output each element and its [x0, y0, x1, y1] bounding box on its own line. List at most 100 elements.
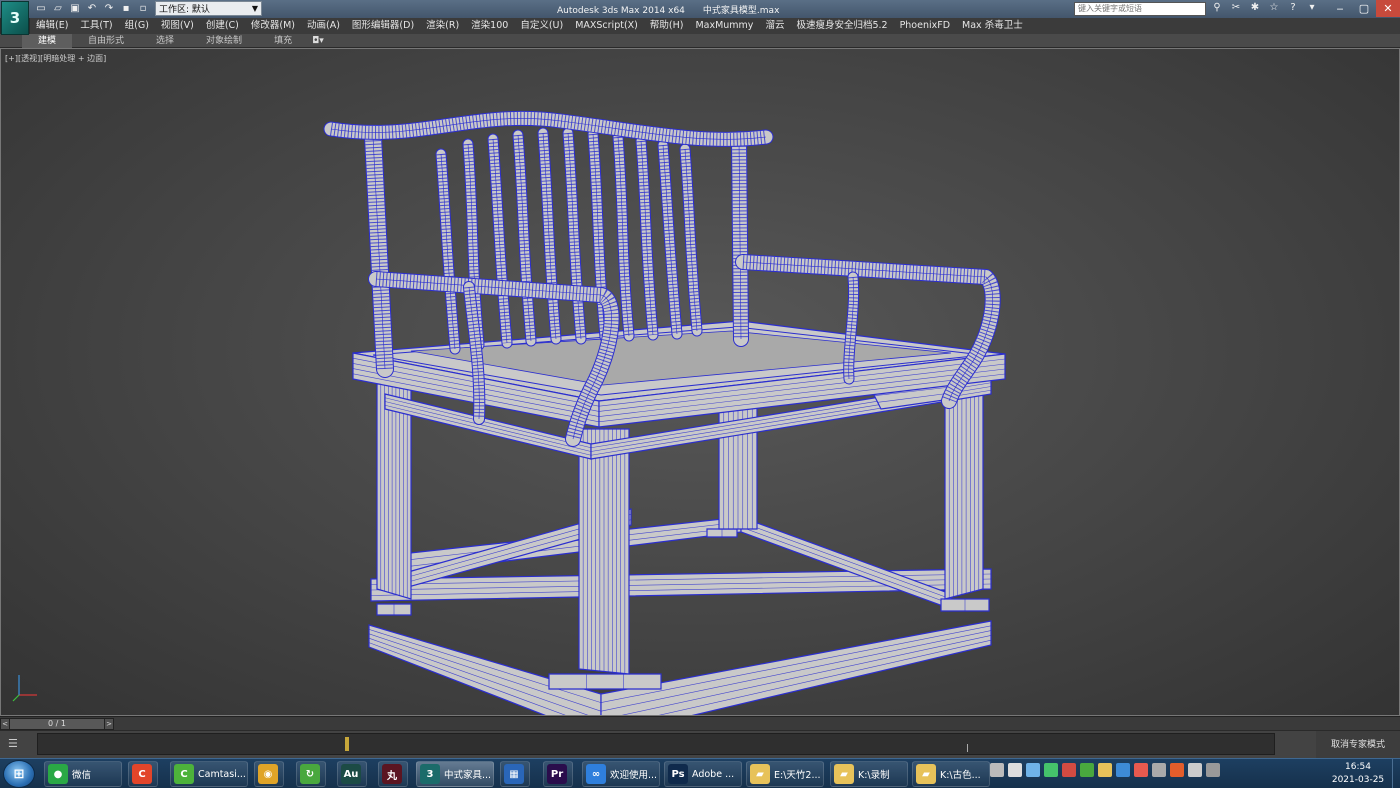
- app-name: Autodesk 3ds Max 2014 x64: [557, 6, 685, 16]
- chair-wireframe-model[interactable]: [1, 49, 1399, 715]
- undo-icon[interactable]: ↶: [85, 1, 99, 15]
- prev-frame-button[interactable]: <: [0, 718, 10, 730]
- ribbon-tab[interactable]: 选择: [140, 34, 190, 48]
- tray-icon[interactable]: [1206, 763, 1220, 777]
- menu-item[interactable]: 创建(C): [200, 18, 245, 34]
- taskbar-item[interactable]: ● 微信: [44, 761, 122, 787]
- folder-icon: ▰: [750, 764, 770, 784]
- show-desktop-button[interactable]: [1392, 759, 1400, 788]
- taskbar-item[interactable]: Pr: [543, 761, 573, 787]
- fetch-icon[interactable]: ▫: [136, 1, 150, 15]
- ribbon-tab[interactable]: 自由形式: [72, 34, 140, 48]
- binoculars-icon[interactable]: ⚲: [1210, 1, 1224, 15]
- search-input[interactable]: 键入关键字或短语: [1074, 2, 1206, 16]
- app-logo-text: 3: [9, 9, 21, 27]
- ribbon-options-icon[interactable]: ◘▾: [312, 36, 324, 46]
- menu-item[interactable]: 修改器(M): [245, 18, 301, 34]
- menu-item[interactable]: 极速瘦身安全归档5.2: [790, 18, 893, 34]
- taskbar-item[interactable]: Ps Adobe ...: [664, 761, 742, 787]
- tray-icon[interactable]: [1044, 763, 1058, 777]
- base-left-rail-wire: [368, 633, 602, 712]
- minimize-button[interactable]: ‒: [1328, 0, 1352, 17]
- tray-icon[interactable]: [1170, 763, 1184, 777]
- tools-icon[interactable]: ✂: [1229, 1, 1243, 15]
- menu-item[interactable]: 动画(A): [301, 18, 346, 34]
- menu-item[interactable]: 编辑(E): [30, 18, 74, 34]
- taskbar-item[interactable]: 3 中式家具...: [416, 761, 494, 787]
- tray-icon[interactable]: [1062, 763, 1076, 777]
- help-icon[interactable]: ?: [1286, 1, 1300, 15]
- save-icon[interactable]: ▣: [68, 1, 82, 15]
- taskbar-item-label: K:\古色...: [940, 770, 981, 781]
- front-right-leg: [944, 378, 984, 600]
- taskbar-item[interactable]: C: [128, 761, 158, 787]
- timeline-track[interactable]: [37, 733, 1275, 755]
- window-controls: ‒ ▢ ✕: [1328, 0, 1400, 17]
- hold-icon[interactable]: ▪: [119, 1, 133, 15]
- perspective-viewport[interactable]: [+][透视][明暗处理 + 边面]: [0, 48, 1400, 716]
- premiere-icon: Pr: [547, 764, 567, 784]
- time-slider-bar: < 0 / 1 >: [0, 716, 1400, 730]
- camtasia-icon: C: [174, 764, 194, 784]
- menu-item[interactable]: 溜云: [759, 18, 790, 34]
- help-dropdown-icon[interactable]: ▾: [1305, 1, 1319, 15]
- start-button[interactable]: ⊞: [3, 760, 35, 788]
- open-file-icon[interactable]: ▱: [51, 1, 65, 15]
- tray-icon[interactable]: [1188, 763, 1202, 777]
- menu-item[interactable]: 工具(T): [74, 18, 118, 34]
- ribbon-tabs: 建模 自由形式 选择 对象绘制 填充 ◘▾: [0, 33, 1400, 48]
- taskbar-item[interactable]: ◉: [254, 761, 284, 787]
- menu-bar: 编辑(E) 工具(T) 组(G) 视图(V) 创建(C) 修改器(M) 动画(A) 图形编辑器…: [30, 18, 1400, 34]
- menu-item[interactable]: 视图(V): [155, 18, 200, 34]
- taskbar-item[interactable]: ↻: [296, 761, 326, 787]
- redo-icon[interactable]: ↷: [102, 1, 116, 15]
- tray-icon[interactable]: [1152, 763, 1166, 777]
- ribbon-tab[interactable]: 填充: [258, 34, 308, 48]
- workspace-dropdown[interactable]: 工作区: 默认 ▼: [155, 1, 262, 16]
- menu-item[interactable]: 自定义(U): [514, 18, 569, 34]
- exit-expert-mode-button[interactable]: 取消专家模式: [1316, 731, 1400, 759]
- base-front-rail: [600, 620, 992, 715]
- taskbar-item[interactable]: ▰ K:\古色...: [912, 761, 990, 787]
- ribbon-tab[interactable]: 对象绘制: [190, 34, 258, 48]
- menu-item[interactable]: 帮助(H): [644, 18, 690, 34]
- menu-item[interactable]: PhoenixFD: [894, 18, 956, 34]
- taskbar-item[interactable]: ▰ K:\录制: [830, 761, 908, 787]
- taskbar-item[interactable]: ∞ 欢迎使用...: [582, 761, 660, 787]
- info-star-icon[interactable]: ✱: [1248, 1, 1262, 15]
- ribbon-tab[interactable]: 建模: [22, 33, 73, 48]
- front-foot: [548, 673, 662, 690]
- track-bar-menu-icon[interactable]: ☰: [8, 737, 22, 750]
- tray-icon[interactable]: [1098, 763, 1112, 777]
- menu-item[interactable]: MAXScript(X): [569, 18, 644, 34]
- tray-icon[interactable]: [1026, 763, 1040, 777]
- taskbar-item[interactable]: ▰ E:\天竹2...: [746, 761, 824, 787]
- left-back-leg: [376, 383, 412, 600]
- clock[interactable]: 16:54 2021-03-25: [1328, 761, 1388, 787]
- next-frame-button[interactable]: >: [104, 718, 114, 730]
- close-button[interactable]: ✕: [1376, 0, 1400, 17]
- taskbar-item[interactable]: 丸: [378, 761, 408, 787]
- menu-item[interactable]: 图形编辑器(D): [346, 18, 420, 34]
- taskbar-item[interactable]: ▦: [500, 761, 530, 787]
- current-frame-marker[interactable]: [345, 737, 349, 751]
- menu-item[interactable]: 组(G): [119, 18, 155, 34]
- time-slider[interactable]: < 0 / 1 >: [0, 718, 114, 730]
- new-file-icon[interactable]: ▭: [34, 1, 48, 15]
- tray-icon[interactable]: [1116, 763, 1130, 777]
- title-bar: 3 ▭ ▱ ▣ ↶ ↷ ▪ ▫ 工作区: 默认 ▼ Autodesk 3ds M…: [0, 0, 1400, 35]
- app-logo-icon[interactable]: 3: [1, 1, 29, 35]
- star-icon[interactable]: ☆: [1267, 1, 1281, 15]
- menu-item[interactable]: 渲染100: [465, 18, 514, 34]
- taskbar-item[interactable]: C Camtasi...: [170, 761, 248, 787]
- maximize-button[interactable]: ▢: [1352, 0, 1376, 17]
- menu-item[interactable]: MaxMummy: [689, 18, 759, 34]
- menu-item[interactable]: Max 杀毒卫士: [956, 18, 1029, 34]
- tray-icon[interactable]: [1080, 763, 1094, 777]
- tray-icon[interactable]: [990, 763, 1004, 777]
- tray-icon[interactable]: [1008, 763, 1022, 777]
- tray-icon[interactable]: [1134, 763, 1148, 777]
- menu-item[interactable]: 渲染(R): [420, 18, 465, 34]
- taskbar-item-label: 欢迎使用...: [610, 770, 658, 781]
- taskbar-item[interactable]: Au: [337, 761, 367, 787]
